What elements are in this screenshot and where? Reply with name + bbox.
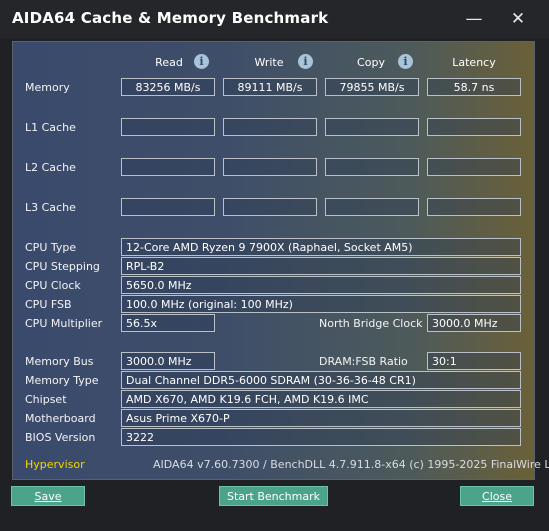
benchmark-window: AIDA64 Cache & Memory Benchmark — ✕ Read… [0,0,549,531]
l2-latency-value [427,158,521,176]
title-bar[interactable]: AIDA64 Cache & Memory Benchmark — ✕ [0,0,549,38]
close-button[interactable]: Close [460,486,534,506]
north-bridge-clock-label: North Bridge Clock [319,317,423,330]
motherboard-value: Asus Prime X670-P [121,409,521,427]
cpu-fsb-label: CPU FSB [25,298,72,311]
cpu-stepping-label: CPU Stepping [25,260,100,273]
start-benchmark-button[interactable]: Start Benchmark [219,486,328,506]
copy-info-icon[interactable]: i [398,54,413,69]
dram-fsb-ratio-value: 30:1 [427,352,521,370]
memory-label: Memory [25,81,70,94]
cpu-stepping-value: RPL-B2 [121,257,521,275]
memory-latency-value: 58.7 ns [427,78,521,96]
bios-version-value: 3222 [121,428,521,446]
save-button[interactable]: Save [11,486,85,506]
motherboard-label: Motherboard [25,412,96,425]
l1-copy-value [325,118,419,136]
cpu-clock-value: 5650.0 MHz [121,276,521,294]
results-panel: Read i Write i Copy i Latency Memory 832… [12,41,549,480]
l3-cache-label: L3 Cache [25,201,76,214]
l3-copy-value [325,198,419,216]
chipset-value: AMD X670, AMD K19.6 FCH, AMD K19.6 IMC [121,390,521,408]
cpu-type-label: CPU Type [25,241,77,254]
l2-write-value [223,158,317,176]
write-header: Write [254,56,284,69]
version-copyright: AIDA64 v7.60.7300 / BenchDLL 4.7.911.8-x… [153,458,549,471]
copy-header: Copy [357,56,385,69]
l2-copy-value [325,158,419,176]
memory-bus-value: 3000.0 MHz [121,352,215,370]
l1-write-value [223,118,317,136]
cpu-multiplier-value: 56.5x [121,314,215,332]
minimize-icon[interactable]: — [463,8,485,30]
chipset-label: Chipset [25,393,67,406]
memory-type-label: Memory Type [25,374,99,387]
memory-copy-value: 79855 MB/s [325,78,419,96]
l3-read-value [121,198,215,216]
l1-cache-label: L1 Cache [25,121,76,134]
bios-version-label: BIOS Version [25,431,96,444]
l3-latency-value [427,198,521,216]
cpu-fsb-value: 100.0 MHz (original: 100 MHz) [121,295,521,313]
l1-latency-value [427,118,521,136]
save-button-label: Save [34,490,62,503]
latency-header: Latency [452,56,496,69]
close-button-label: Close [482,490,512,503]
cpu-clock-label: CPU Clock [25,279,81,292]
window-title: AIDA64 Cache & Memory Benchmark [12,9,329,27]
read-info-icon[interactable]: i [194,54,209,69]
memory-write-value: 89111 MB/s [223,78,317,96]
l3-write-value [223,198,317,216]
write-info-icon[interactable]: i [298,54,313,69]
memory-type-value: Dual Channel DDR5-6000 SDRAM (30-36-36-4… [121,371,521,389]
north-bridge-clock-value: 3000.0 MHz [427,314,521,332]
l2-read-value [121,158,215,176]
memory-read-value: 83256 MB/s [121,78,215,96]
close-icon[interactable]: ✕ [507,8,529,30]
cpu-multiplier-label: CPU Multiplier [25,317,103,330]
l2-cache-label: L2 Cache [25,161,76,174]
start-benchmark-label: Start Benchmark [226,490,321,503]
l1-read-value [121,118,215,136]
dram-fsb-ratio-label: DRAM:FSB Ratio [319,355,408,368]
cpu-type-value: 12-Core AMD Ryzen 9 7900X (Raphael, Sock… [121,238,521,256]
read-header: Read [155,56,183,69]
hypervisor-label: Hypervisor [25,458,85,471]
memory-bus-label: Memory Bus [25,355,94,368]
